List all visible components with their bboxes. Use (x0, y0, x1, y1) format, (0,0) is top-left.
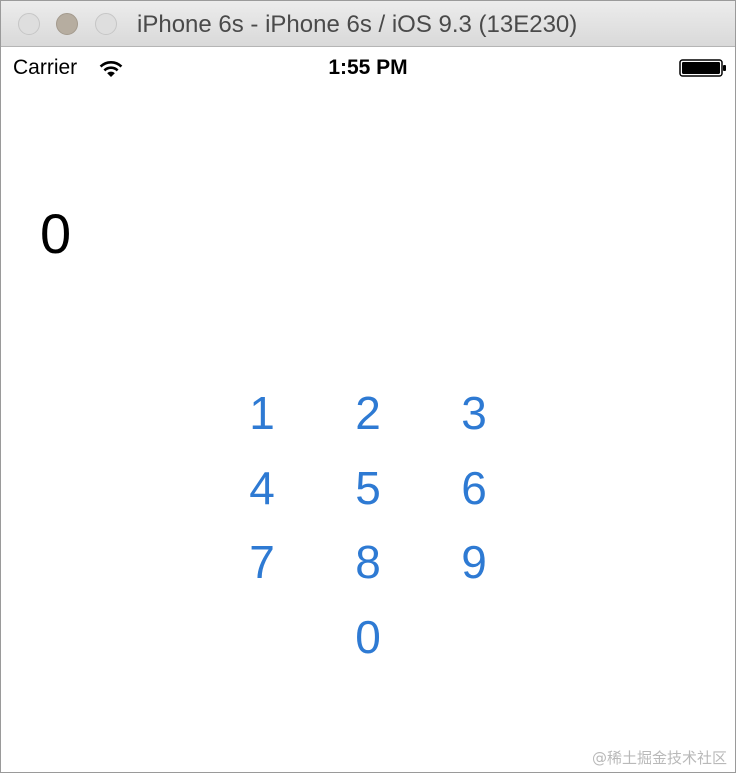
status-bar: Carrier 1:55 PM (1, 47, 735, 87)
key-2-button[interactable]: 2 (333, 383, 403, 443)
window-title: iPhone 6s - iPhone 6s / iOS 9.3 (13E230) (137, 11, 578, 38)
key-0-button[interactable]: 0 (333, 607, 403, 667)
minimize-window-button[interactable] (56, 13, 78, 35)
key-7-button[interactable]: 7 (227, 532, 297, 592)
title-bar[interactable]: iPhone 6s - iPhone 6s / iOS 9.3 (13E230) (1, 1, 735, 47)
key-6-button[interactable]: 6 (439, 458, 509, 518)
key-5-button[interactable]: 5 (333, 458, 403, 518)
close-window-button[interactable] (18, 13, 40, 35)
key-3-button[interactable]: 3 (439, 383, 509, 443)
status-time: 1:55 PM (328, 56, 408, 79)
key-4-button[interactable]: 4 (227, 458, 297, 518)
key-8-button[interactable]: 8 (333, 532, 403, 592)
display-value: 0 (40, 202, 72, 265)
watermark: @稀土掘金技术社区 (591, 749, 727, 767)
key-9-button[interactable]: 9 (439, 532, 509, 592)
key-1-button[interactable]: 1 (227, 383, 297, 443)
zoom-window-button[interactable] (95, 13, 117, 35)
simulator-window: iPhone 6s - iPhone 6s / iOS 9.3 (13E230)… (0, 0, 736, 773)
battery-icon (679, 59, 726, 77)
